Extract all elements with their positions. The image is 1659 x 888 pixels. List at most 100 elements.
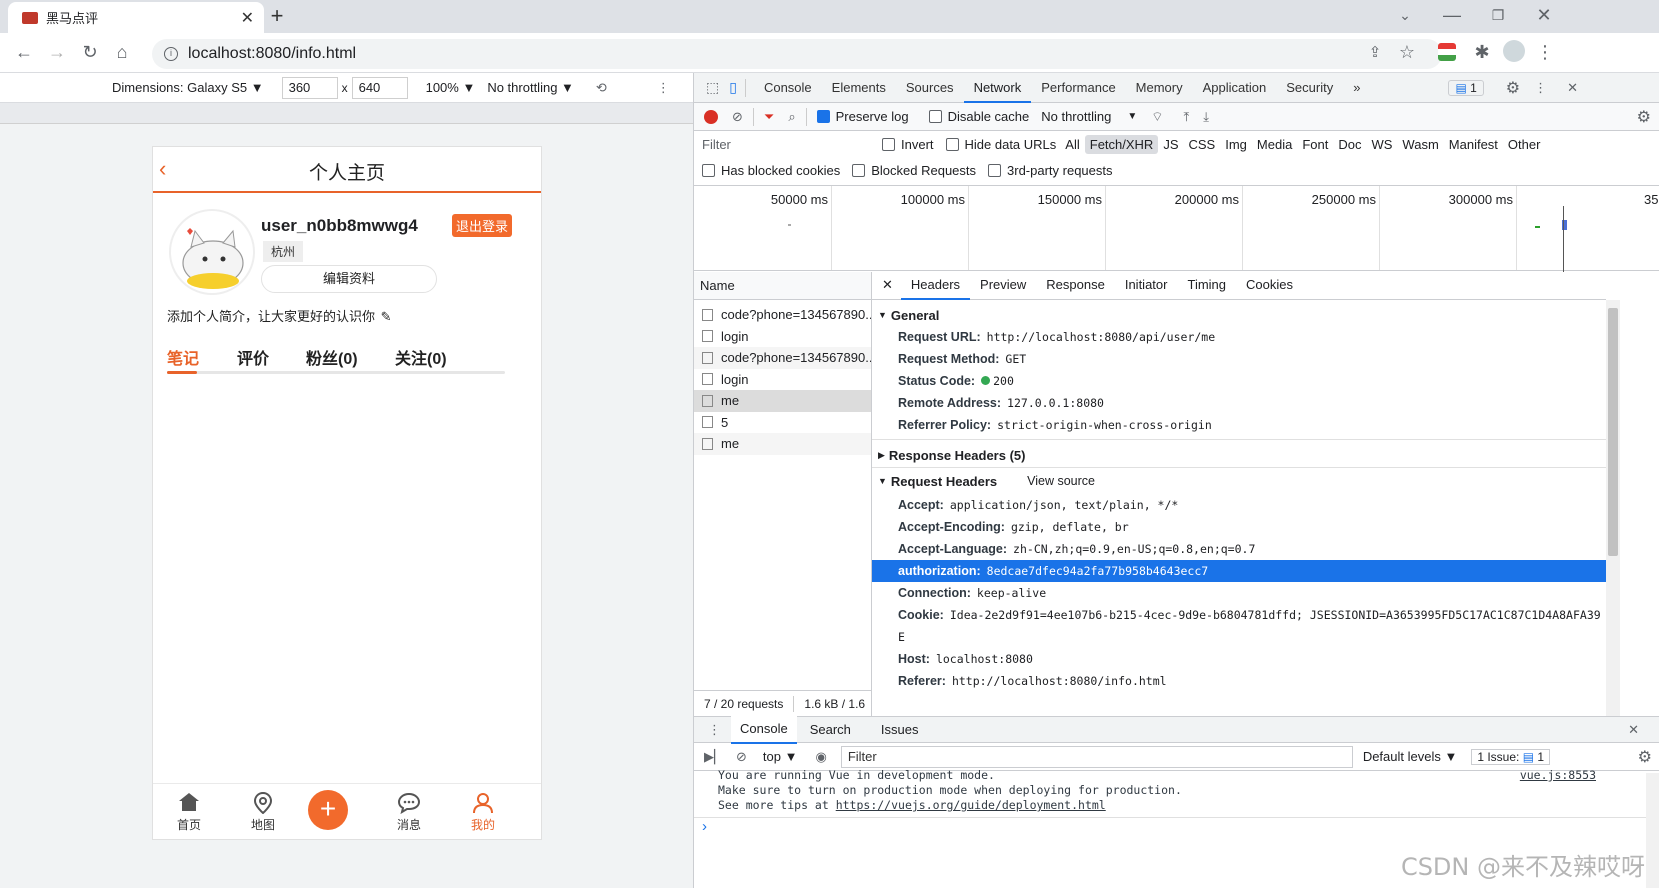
profile-avatar[interactable]: [1503, 40, 1525, 62]
close-drawer-icon[interactable]: ✕: [1619, 717, 1648, 743]
filter-funnel-icon[interactable]: ⏷: [764, 109, 774, 125]
tab-console[interactable]: Console: [754, 73, 822, 103]
back-icon[interactable]: ←: [12, 40, 36, 64]
console-scrollbar[interactable]: [1646, 773, 1659, 888]
header-row[interactable]: Referer: http://localhost:8080/info.html: [872, 670, 1606, 692]
blocked-cookies-checkbox[interactable]: [702, 163, 715, 177]
response-headers-toggle[interactable]: ▶ Response Headers (5): [872, 443, 1606, 467]
tab-network[interactable]: Network: [963, 73, 1032, 103]
header-row[interactable]: Accept: application/json, text/plain, */*: [872, 494, 1606, 516]
forward-icon[interactable]: →: [45, 40, 69, 64]
tab-security[interactable]: Security: [1276, 73, 1343, 103]
clear-icon[interactable]: ⊘: [732, 109, 743, 125]
tab-sources[interactable]: Sources: [896, 73, 964, 103]
scrollbar-thumb[interactable]: [1608, 308, 1618, 556]
request-row[interactable]: code?phone=134567890...: [694, 347, 871, 369]
throttle-select[interactable]: No throttling ▼: [487, 80, 574, 95]
header-row[interactable]: Remote Address: 127.0.0.1:8080: [872, 392, 1606, 414]
tab-search-icon[interactable]: ⌄: [1393, 3, 1417, 27]
minimize-icon[interactable]: —: [1440, 3, 1464, 27]
close-tab-icon[interactable]: ✕: [241, 8, 254, 28]
wifi-icon[interactable]: ⌔: [1151, 109, 1163, 125]
edit-profile-button[interactable]: 编辑资料: [261, 265, 437, 293]
docs-link[interactable]: https://vuejs.org/guide/deployment.html: [836, 798, 1106, 812]
share-icon[interactable]: ⇪: [1363, 40, 1387, 64]
type-media[interactable]: Media: [1252, 135, 1297, 154]
tab-following[interactable]: 关注(0): [395, 345, 447, 369]
logout-button[interactable]: 退出登录: [452, 214, 513, 237]
intro-row[interactable]: 添加个人简介，让大家更好的认识你 ✎: [167, 306, 392, 325]
type-other[interactable]: Other: [1503, 135, 1546, 154]
issues-button[interactable]: 1 Issue: ▤ 1: [1471, 748, 1551, 765]
type-img[interactable]: Img: [1220, 135, 1252, 154]
type-ws[interactable]: WS: [1366, 135, 1397, 154]
tab-response[interactable]: Response: [1036, 272, 1115, 300]
sidebar-toggle-icon[interactable]: ▶▏: [704, 749, 724, 765]
tab-reviews[interactable]: 评价: [237, 345, 269, 369]
drawer-tab-search[interactable]: Search: [801, 717, 860, 743]
tab-initiator[interactable]: Initiator: [1115, 272, 1178, 300]
close-detail-icon[interactable]: ✕: [872, 272, 901, 300]
nav-me[interactable]: 我的: [453, 792, 513, 833]
console-filter-input[interactable]: Filter: [840, 745, 1353, 768]
address-bar[interactable]: i localhost:8080/info.html: [152, 39, 1442, 69]
header-row[interactable]: Accept-Language: zh-CN,zh;q=0.9,en-US;q=0…: [872, 538, 1606, 560]
tab-elements[interactable]: Elements: [822, 73, 896, 103]
tab-memory[interactable]: Memory: [1126, 73, 1193, 103]
request-row[interactable]: login: [694, 326, 871, 348]
nav-messages[interactable]: 消息: [379, 792, 439, 833]
console-settings-icon[interactable]: ⚙: [1638, 747, 1652, 767]
request-row[interactable]: code?phone=134567890...: [694, 304, 871, 326]
request-row[interactable]: me: [694, 433, 871, 455]
restore-icon[interactable]: ❐: [1486, 3, 1510, 27]
request-row[interactable]: 5: [694, 412, 871, 434]
settings-icon[interactable]: ⚙: [1506, 78, 1520, 98]
tab-notes[interactable]: 笔记: [167, 345, 199, 369]
tab-application[interactable]: Application: [1193, 73, 1277, 103]
general-section-toggle[interactable]: ▼ General: [872, 304, 1606, 326]
request-row[interactable]: login: [694, 369, 871, 391]
tab-timing[interactable]: Timing: [1177, 272, 1236, 300]
network-settings-icon[interactable]: ⚙: [1637, 107, 1651, 127]
type-font[interactable]: Font: [1297, 135, 1333, 154]
browser-tab[interactable]: 黑马点评 ✕: [8, 2, 264, 33]
nav-map[interactable]: 地图: [233, 792, 293, 833]
type-manifest[interactable]: Manifest: [1444, 135, 1503, 154]
header-row-selected[interactable]: authorization: 8edcae7dfec94a2fa77b958b46…: [872, 560, 1606, 582]
preserve-log-checkbox[interactable]: [816, 110, 830, 123]
type-doc[interactable]: Doc: [1333, 135, 1366, 154]
view-source-link[interactable]: View source: [1027, 474, 1095, 488]
clear-console-icon[interactable]: ⊘: [736, 749, 747, 765]
header-row[interactable]: Request Method: GET: [872, 348, 1606, 370]
console-prompt[interactable]: ›: [694, 817, 1659, 837]
type-js[interactable]: JS: [1158, 135, 1183, 154]
invert-checkbox[interactable]: [882, 137, 895, 151]
request-headers-toggle[interactable]: ▼ Request Headers View source: [872, 468, 1606, 494]
header-row[interactable]: Accept-Encoding: gzip, deflate, br: [872, 516, 1606, 538]
more-tabs-icon[interactable]: »: [1343, 73, 1370, 103]
tab-fans[interactable]: 粉丝(0): [306, 345, 358, 369]
throttle-dropdown-icon[interactable]: ▼: [1127, 111, 1137, 122]
bookmark-star-icon[interactable]: ☆: [1395, 40, 1419, 64]
header-row[interactable]: Referrer Policy: strict-origin-when-cross…: [872, 414, 1606, 436]
name-column-header[interactable]: Name: [694, 272, 871, 300]
network-overview[interactable]: 50000 ms 100000 ms 150000 ms 200000 ms 2…: [694, 185, 1659, 272]
issues-counter[interactable]: ▤ 1: [1448, 79, 1484, 96]
type-css[interactable]: CSS: [1184, 135, 1221, 154]
close-devtools-icon[interactable]: ✕: [1567, 80, 1578, 96]
extensions-puzzle-icon[interactable]: ✱: [1470, 40, 1494, 64]
header-row[interactable]: Host: localhost:8080: [872, 648, 1606, 670]
export-icon[interactable]: ⤓: [1203, 109, 1209, 125]
zoom-select[interactable]: 100% ▼: [426, 80, 476, 95]
drawer-tab-issues[interactable]: Issues: [872, 717, 928, 743]
header-row[interactable]: Request URL: http://localhost:8080/api/us…: [872, 326, 1606, 348]
tab-preview[interactable]: Preview: [970, 272, 1036, 300]
eye-icon[interactable]: ◉: [815, 749, 826, 765]
type-all[interactable]: All: [1060, 135, 1084, 154]
info-icon[interactable]: i: [164, 47, 178, 61]
type-wasm[interactable]: Wasm: [1397, 135, 1443, 154]
type-fetch-xhr[interactable]: Fetch/XHR: [1084, 134, 1159, 154]
tab-performance[interactable]: Performance: [1031, 73, 1125, 103]
filter-input[interactable]: Filter: [700, 137, 870, 152]
import-icon[interactable]: ⤒: [1183, 109, 1189, 125]
